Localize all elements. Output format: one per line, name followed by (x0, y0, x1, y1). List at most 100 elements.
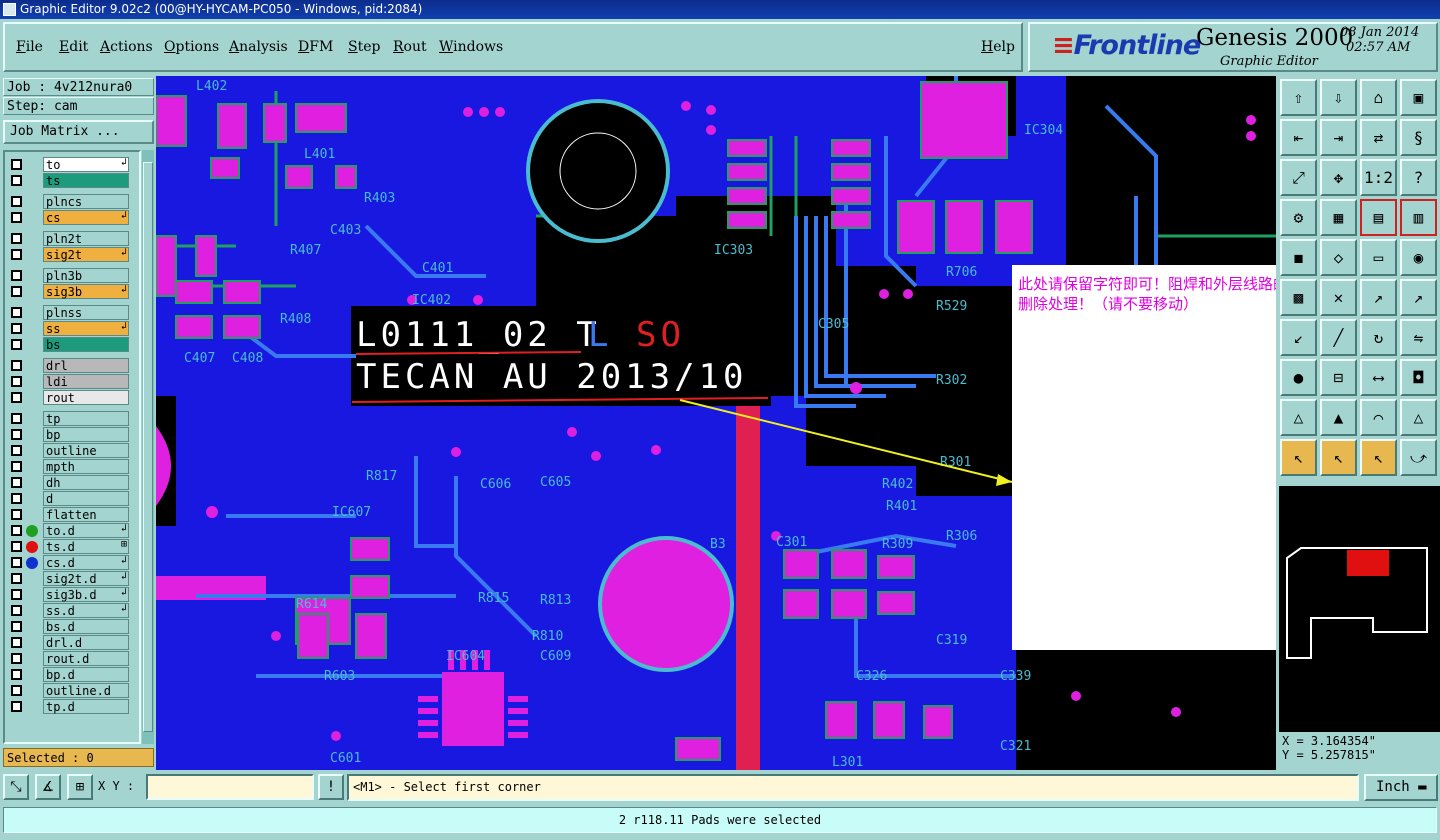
layer-name[interactable]: bp.d (43, 667, 129, 682)
pointer-icon[interactable]: ↖ (1280, 439, 1317, 476)
layer-name[interactable]: flatten (43, 507, 129, 522)
layers-red-icon[interactable]: ▤ (1360, 199, 1397, 236)
annotation-note[interactable]: 此处请保留字符即可！阻焊和外层线路的删除处理！（请不要移动） (1012, 265, 1276, 650)
layer-name[interactable]: to (43, 157, 129, 172)
layer-row[interactable]: tp (9, 411, 129, 426)
scale-1-2-icon[interactable]: 1:2 (1360, 159, 1397, 196)
layer-checkbox[interactable] (11, 196, 22, 207)
layer-row[interactable]: sig3b ↲ (9, 284, 129, 299)
layer-checkbox[interactable] (11, 573, 22, 584)
move-2-icon[interactable]: ↗ (1400, 279, 1437, 316)
layer-name[interactable]: sig2t (43, 247, 129, 262)
layer-row[interactable]: tp.d (9, 699, 129, 714)
layer-name[interactable]: ts.d (43, 539, 129, 554)
layer-name[interactable]: plncs (43, 194, 129, 209)
snap-icon[interactable]: ◼ (1280, 239, 1317, 276)
layers-red-2-icon[interactable]: ▥ (1400, 199, 1437, 236)
graphic-canvas[interactable]: L402 L401 R403 R407 C403 C401 IC402 R408 C407 … (156, 76, 1276, 770)
layer-checkbox[interactable] (11, 637, 22, 648)
layer-row[interactable]: drl (9, 358, 129, 373)
layer-row[interactable]: outline (9, 443, 129, 458)
layer-name[interactable]: cs (43, 210, 129, 225)
layer-row[interactable]: plnss (9, 305, 129, 320)
layer-checkbox[interactable] (11, 669, 22, 680)
layer-checkbox[interactable] (11, 445, 22, 456)
layer-checkbox[interactable] (11, 307, 22, 318)
ruler-icon[interactable]: ▭ (1360, 239, 1397, 276)
menu-edit[interactable]: Edit (59, 39, 88, 55)
window-icon[interactable]: ▣ (1400, 79, 1437, 116)
menu-dfm[interactable]: DFM (298, 39, 333, 55)
select-area-icon[interactable]: ▩ (1280, 279, 1317, 316)
cross-icon[interactable]: ✕ (1320, 279, 1357, 316)
triangle-icon[interactable]: △ (1280, 399, 1317, 436)
shift-left-icon[interactable]: ⇤ (1280, 119, 1317, 156)
layer-row[interactable]: sig2t.d ↲ (9, 571, 129, 586)
draw-line-icon[interactable]: ╱ (1320, 319, 1357, 356)
layer-name[interactable]: to.d (43, 523, 129, 538)
layer-checkbox[interactable] (11, 323, 22, 334)
layer-name[interactable]: drl (43, 358, 129, 373)
menu-windows[interactable]: Windows (439, 39, 503, 55)
layer-checkbox[interactable] (11, 589, 22, 600)
home-icon[interactable]: ⌂ (1360, 79, 1397, 116)
triangle-2-icon[interactable]: △ (1400, 399, 1437, 436)
layer-checkbox[interactable] (11, 339, 22, 350)
layer-name[interactable]: rout (43, 390, 129, 405)
layer-row[interactable]: bp (9, 427, 129, 442)
menu-rout[interactable]: Rout (393, 39, 427, 55)
layer-row[interactable]: bp.d (9, 667, 129, 682)
layer-row[interactable]: sig3b.d ↲ (9, 587, 129, 602)
layer-checkbox[interactable] (11, 429, 22, 440)
line-icon[interactable]: ↙ (1280, 319, 1317, 356)
layer-name[interactable]: tp (43, 411, 129, 426)
layer-row[interactable]: to ↲ (9, 157, 129, 172)
layer-name[interactable]: bs (43, 337, 129, 352)
layer-row[interactable]: ss ↲ (9, 321, 129, 336)
pointer-3-icon[interactable]: ↖ (1360, 439, 1397, 476)
layer-checkbox[interactable] (11, 621, 22, 632)
layer-checkbox[interactable] (11, 605, 22, 616)
layer-row[interactable]: rout.d (9, 651, 129, 666)
layer-name[interactable]: sig3b.d (43, 587, 129, 602)
layer-checkbox[interactable] (11, 376, 22, 387)
measure-tool-icon[interactable]: ∡ (35, 774, 61, 800)
layer-checkbox[interactable] (11, 477, 22, 488)
layer-row[interactable]: ldi (9, 374, 129, 389)
layer-row[interactable]: to.d ↲ (9, 523, 129, 538)
layer-scrollbar[interactable] (142, 150, 154, 744)
grid-icon[interactable]: ▦ (1320, 199, 1357, 236)
layer-row[interactable]: sig2t ↲ (9, 247, 129, 262)
layer-checkbox[interactable] (11, 701, 22, 712)
layer-row[interactable]: bs.d (9, 619, 129, 634)
menu-options[interactable]: Options (164, 39, 219, 55)
layer-name[interactable]: ss.d (43, 603, 129, 618)
layer-row[interactable]: drl.d (9, 635, 129, 650)
menu-file[interactable]: File (16, 39, 43, 55)
pointer-2-icon[interactable]: ↖ (1320, 439, 1357, 476)
layer-up-icon[interactable]: ⇧ (1280, 79, 1317, 116)
layer-checkbox[interactable] (11, 525, 22, 536)
layer-down-icon[interactable]: ⇩ (1320, 79, 1357, 116)
layer-checkbox[interactable] (11, 461, 22, 472)
shift-right-icon[interactable]: ⇥ (1320, 119, 1357, 156)
rotate-icon[interactable]: ↻ (1360, 319, 1397, 356)
layer-row[interactable]: cs ↲ (9, 210, 129, 225)
layer-name[interactable]: bp (43, 427, 129, 442)
layer-name[interactable]: tp.d (43, 699, 129, 714)
alert-icon[interactable]: ! (318, 774, 344, 800)
layer-checkbox[interactable] (11, 233, 22, 244)
layer-checkbox[interactable] (11, 541, 22, 552)
overview-map[interactable] (1279, 486, 1440, 732)
swap-icon[interactable]: ⇄ (1360, 119, 1397, 156)
layer-name[interactable]: ts (43, 173, 129, 188)
layer-checkbox[interactable] (11, 360, 22, 371)
layer-row[interactable]: outline.d (9, 683, 129, 698)
layer-row[interactable]: d (9, 491, 129, 506)
layer-name[interactable]: rout.d (43, 651, 129, 666)
arc-triangle-icon[interactable]: ▲ (1320, 399, 1357, 436)
layer-row[interactable]: plncs (9, 194, 129, 209)
layer-row[interactable]: rout (9, 390, 129, 405)
layer-checkbox[interactable] (11, 685, 22, 696)
measure-icon[interactable]: ⟷ (1360, 359, 1397, 396)
